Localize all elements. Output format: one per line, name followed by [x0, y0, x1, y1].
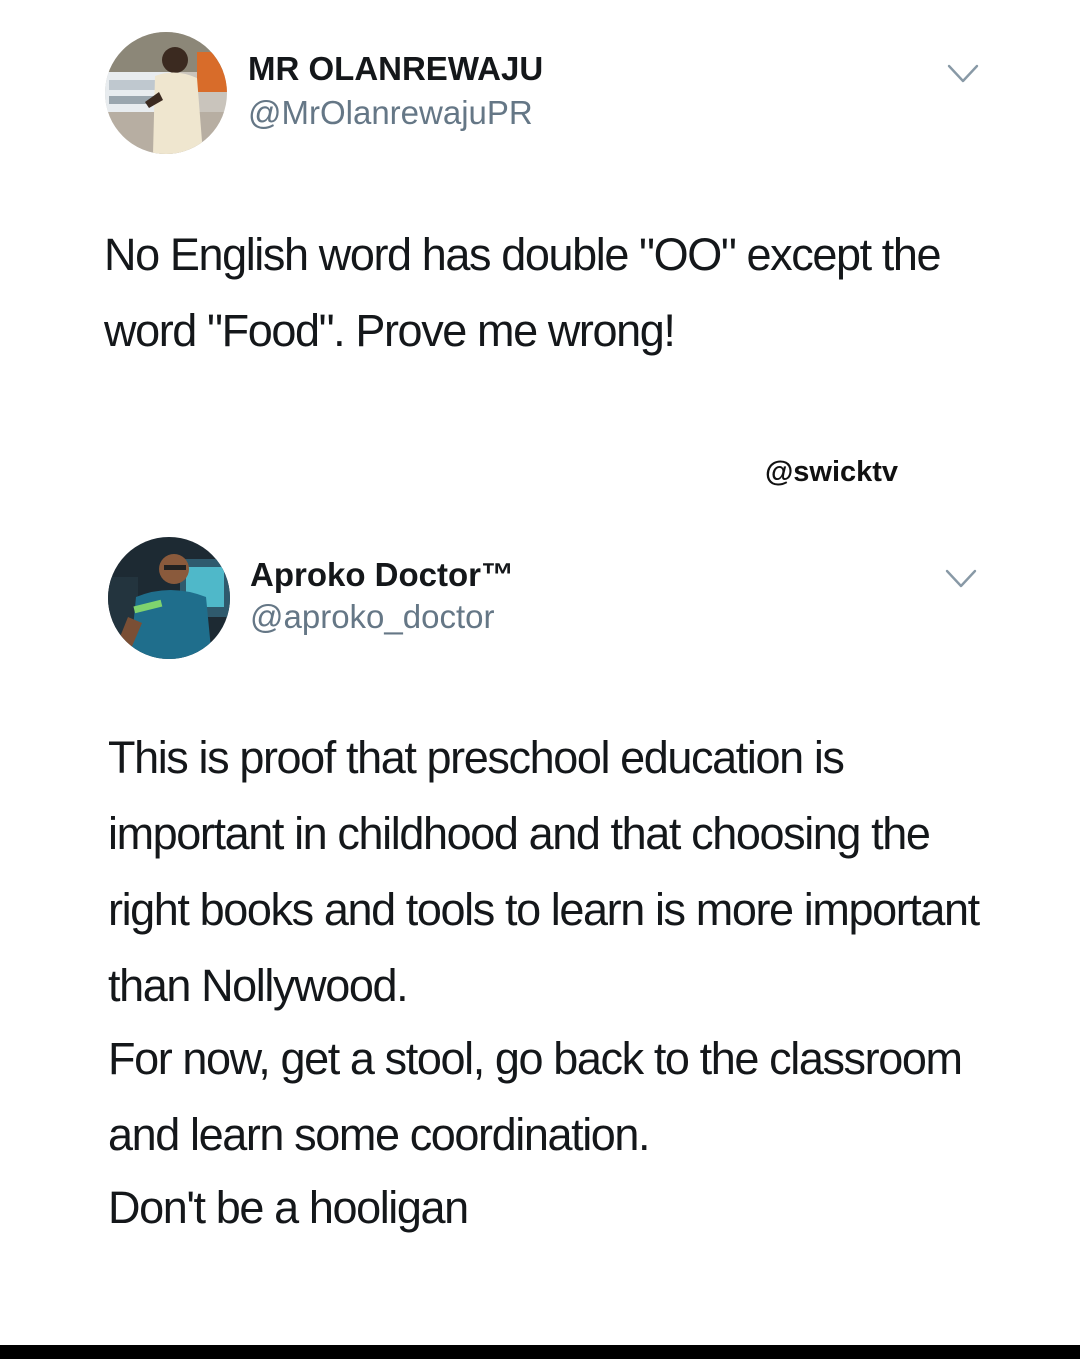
- user-handle[interactable]: @aproko_doctor: [250, 598, 494, 636]
- tweet-text: No English word has double "OO" except t…: [104, 229, 942, 356]
- user-handle[interactable]: @MrOlanrewajuPR: [248, 94, 533, 132]
- tweet-mr-olanrewaju: MR OLANREWAJU @MrOlanrewajuPR No English…: [0, 0, 1080, 520]
- avatar-photo-icon: [105, 32, 227, 154]
- avatar-photo-icon: [108, 537, 230, 659]
- tweet-paragraph: Don't be a hooligan: [108, 1182, 469, 1233]
- watermark: @swicktv: [765, 456, 899, 488]
- user-avatar[interactable]: [108, 537, 230, 659]
- display-name[interactable]: MR OLANREWAJU: [248, 50, 543, 88]
- chevron-down-icon[interactable]: [946, 63, 980, 85]
- chevron-down-icon[interactable]: [944, 568, 978, 590]
- tweet-text: This is proof that preschool education i…: [108, 720, 1008, 1246]
- bottom-bar: [0, 1345, 1080, 1359]
- user-avatar[interactable]: [105, 32, 227, 154]
- tweet-aproko-doctor: Aproko Doctor™ @aproko_doctor This is pr…: [0, 520, 1080, 1345]
- tweet-paragraph: This is proof that preschool education i…: [108, 732, 980, 1011]
- display-name[interactable]: Aproko Doctor™: [250, 556, 514, 594]
- tweet-paragraph: For now, get a stool, go back to the cla…: [108, 1033, 963, 1160]
